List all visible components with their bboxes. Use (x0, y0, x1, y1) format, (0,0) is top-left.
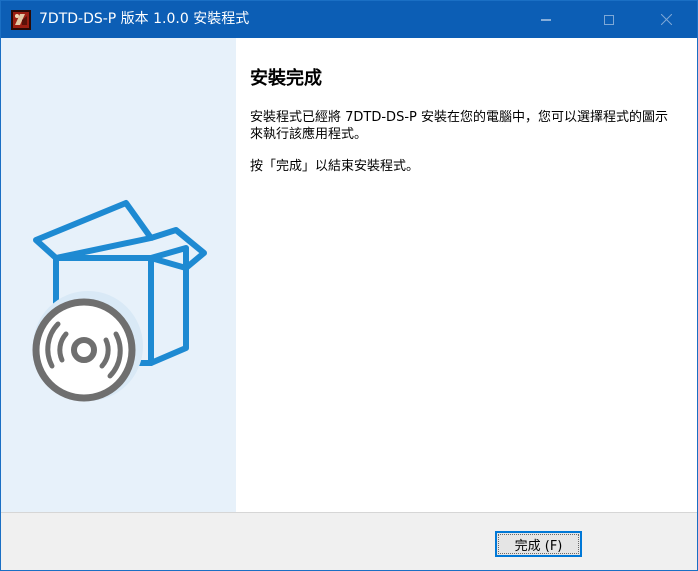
title-bar[interactable]: 7DTD-DS-P 版本 1.0.0 安裝程式 (1, 1, 697, 38)
minimize-icon (541, 15, 551, 25)
maximize-button[interactable] (586, 1, 632, 38)
close-icon (660, 14, 672, 25)
close-button[interactable] (643, 1, 689, 38)
maximize-icon (604, 14, 614, 25)
page-title: 安裝完成 (250, 68, 322, 89)
installer-box-disc-icon (32, 200, 207, 402)
window-title: 7DTD-DS-P 版本 1.0.0 安裝程式 (39, 11, 250, 27)
welcome-sidebar (1, 38, 236, 512)
finish-instruction: 按「完成」以結束安裝程式。 (250, 159, 420, 174)
app-icon (11, 10, 31, 30)
completion-message: 安裝程式已經將 7DTD-DS-P 安裝在您的電腦中，您可以選擇程式的圖示來執行… (250, 110, 668, 142)
content-panel: 安裝完成 安裝程式已經將 7DTD-DS-P 安裝在您的電腦中，您可以選擇程式的… (236, 38, 697, 512)
minimize-button[interactable] (523, 1, 569, 38)
button-bar: 完成 (F) (1, 512, 697, 570)
finish-button[interactable]: 完成 (F) (495, 531, 582, 557)
installer-window: 7DTD-DS-P 版本 1.0.0 安裝程式 安裝完成 安裝程式已經將 7DT… (0, 0, 698, 571)
